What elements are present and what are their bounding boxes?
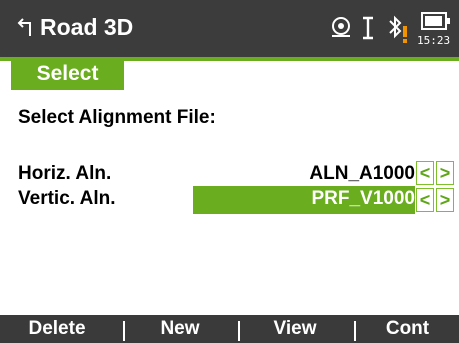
vertic-aln-field[interactable]: PRF_V1000 <box>193 186 415 214</box>
title-bar: Road 3D 15:23 <box>0 0 459 57</box>
clock-time: 15:23 <box>417 34 451 47</box>
cursor-icon <box>363 16 373 40</box>
arrow-left-icon: < <box>419 190 431 210</box>
horiz-aln-value[interactable]: ALN_A1000 <box>309 163 415 185</box>
vertic-aln-value: PRF_V1000 <box>311 188 415 209</box>
vertic-aln-prev-button[interactable]: < <box>416 188 434 212</box>
form-heading: Select Alignment File: <box>18 107 216 128</box>
arrow-left-icon: < <box>419 163 431 183</box>
vertic-aln-next-button[interactable]: > <box>436 188 454 212</box>
warning-icon <box>403 26 407 43</box>
horiz-aln-prev-button[interactable]: < <box>416 161 434 185</box>
arrow-right-icon: > <box>439 190 451 210</box>
app-title: Road 3D <box>40 14 134 40</box>
horiz-aln-next-button[interactable]: > <box>436 161 454 185</box>
gps-position-icon <box>332 17 350 37</box>
view-button[interactable]: View <box>240 315 350 343</box>
cont-button[interactable]: Cont <box>356 315 459 343</box>
back-arrow-icon[interactable] <box>16 16 36 38</box>
arrow-right-icon: > <box>439 163 451 183</box>
tab-select[interactable]: Select <box>11 57 124 90</box>
vertic-aln-label: Vertic. Aln. <box>18 188 116 209</box>
battery-icon <box>421 12 450 30</box>
horiz-aln-label: Horiz. Aln. <box>18 163 112 184</box>
softkey-bar: Delete New View Cont <box>0 315 459 343</box>
delete-button[interactable]: Delete <box>0 315 114 343</box>
new-button[interactable]: New <box>125 315 235 343</box>
